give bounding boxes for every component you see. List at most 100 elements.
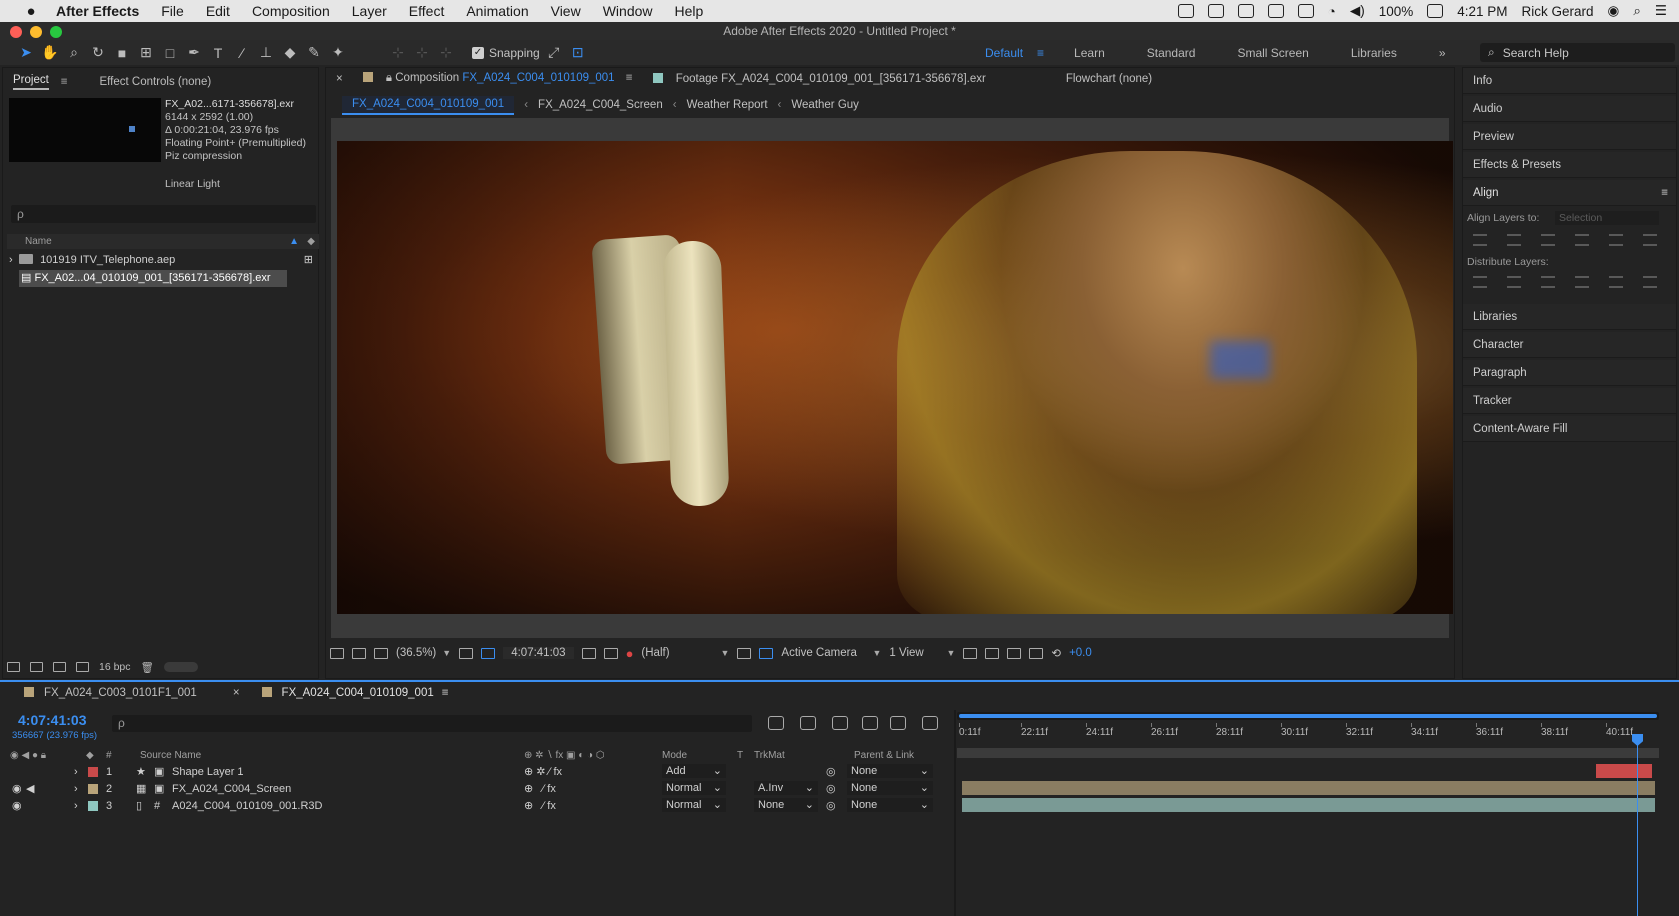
spotlight-search-icon[interactable]: ⌕ <box>1633 3 1641 19</box>
distribute-v-center-icon[interactable] <box>1507 276 1521 288</box>
pick-whip-icon[interactable]: ◎ <box>826 781 836 797</box>
view-layout-dropdown[interactable]: 1 View ▼ <box>889 647 955 659</box>
layer-row[interactable]: ◉ ◀ › 2 ▦ ▣ FX_A024_C004_Screen ⊕ ∕ fx N… <box>4 781 954 797</box>
menu-effect[interactable]: Effect <box>398 3 456 19</box>
eraser-tool-icon[interactable]: ◆ <box>280 43 300 63</box>
screen-icon[interactable] <box>1237 4 1254 18</box>
rotate-tool-icon[interactable]: ↻ <box>88 43 108 63</box>
workspace-learn[interactable]: Learn <box>1074 46 1105 60</box>
zoom-window-button[interactable] <box>50 26 62 38</box>
flowchart-icon[interactable] <box>1029 647 1044 659</box>
transparency-grid-icon[interactable] <box>759 647 774 659</box>
blend-mode-dropdown[interactable]: Normal ⌄ <box>662 781 726 795</box>
close-tab-icon[interactable]: × <box>233 687 240 699</box>
selection-tool-icon[interactable]: ➤ <box>16 43 36 63</box>
layer-name[interactable]: FX_A024_C004_Screen <box>172 781 291 797</box>
more-workspaces-icon[interactable]: » <box>1439 46 1446 60</box>
panel-content-aware-fill[interactable]: Content-Aware Fill <box>1463 416 1676 442</box>
panel-preview[interactable]: Preview <box>1463 124 1676 150</box>
creative-cloud-icon[interactable] <box>1177 4 1194 18</box>
show-snapshot-icon[interactable] <box>603 647 618 659</box>
align-right-icon[interactable] <box>1541 234 1555 246</box>
align-h-center-icon[interactable] <box>1507 234 1521 246</box>
layer-row[interactable]: › 1 ★ ▣ Shape Layer 1 ⊕ ✲ ∕ fx Add ⌄ ◎ No… <box>4 764 954 780</box>
adjust-project-settings-icon[interactable] <box>76 662 89 672</box>
lock-icon[interactable]: 🔒︎ <box>386 72 392 84</box>
hand-tool-icon[interactable]: ✋ <box>40 43 60 63</box>
distribute-h-center-icon[interactable] <box>1609 276 1623 288</box>
graph-editor-icon[interactable] <box>922 716 938 730</box>
snap-edge-icon[interactable]: ⤢ <box>544 43 564 63</box>
panel-menu-icon[interactable]: ≡ <box>1661 180 1668 206</box>
align-left-icon[interactable] <box>1473 234 1487 246</box>
parent-dropdown[interactable]: None ⌄ <box>847 764 933 778</box>
volume-icon[interactable]: ◀) <box>1350 3 1365 19</box>
breadcrumb-item-weather-guy[interactable]: Weather Guy <box>791 99 859 111</box>
work-area-bar[interactable] <box>957 748 1659 758</box>
type-tool-icon[interactable]: T <box>208 43 228 63</box>
menu-animation[interactable]: Animation <box>455 3 539 19</box>
monitor-icon[interactable] <box>352 647 366 659</box>
expand-chevron-icon[interactable]: › <box>9 252 13 269</box>
timeline-icon[interactable] <box>985 647 1000 659</box>
project-item-folder[interactable]: › 101919 ITV_Telephone.aep ⊞ <box>7 252 319 269</box>
battery-icon[interactable] <box>1427 4 1444 18</box>
panel-align[interactable]: Align ≡ <box>1463 180 1676 206</box>
distribute-right-icon[interactable] <box>1643 276 1657 288</box>
shy-layers-icon[interactable] <box>832 716 848 730</box>
region-of-interest-icon[interactable] <box>481 647 496 659</box>
fast-previews-icon[interactable] <box>737 647 752 659</box>
panel-libraries[interactable]: Libraries <box>1463 304 1676 330</box>
zoom-tool-icon[interactable]: ⌕ <box>64 43 84 63</box>
timeline-divider[interactable] <box>954 710 956 916</box>
thumbnail-size-slider[interactable] <box>163 662 198 672</box>
pick-whip-icon[interactable]: ◎ <box>826 798 836 814</box>
world-axis-icon[interactable]: ⊹ <box>412 43 432 63</box>
panel-menu-icon[interactable]: ≡ <box>442 687 449 699</box>
sort-ascending-icon[interactable]: ▲ <box>289 234 299 249</box>
viewer-menu-icon[interactable]: ≡ <box>626 72 633 84</box>
align-top-icon[interactable] <box>1575 234 1589 246</box>
camera-dropdown[interactable]: Active Camera ▼ <box>781 647 881 659</box>
menu-window[interactable]: Window <box>592 3 664 19</box>
airplay-icon[interactable] <box>1297 4 1314 18</box>
align-target-dropdown[interactable]: Selection <box>1555 211 1659 225</box>
align-bottom-icon[interactable] <box>1643 234 1657 246</box>
workspace-default[interactable]: Default <box>985 46 1023 60</box>
magnification-dropdown[interactable]: (36.5%) ▼ <box>396 647 451 659</box>
menu-composition[interactable]: Composition <box>241 3 341 19</box>
timeline-tab-c004[interactable]: FX_A024_C004_010109_001 ≡ <box>261 687 449 699</box>
timeline-tab-c003[interactable]: FX_A024_C003_0101F1_001 <box>24 687 197 699</box>
align-v-center-icon[interactable] <box>1609 234 1623 246</box>
breadcrumb-item-screen[interactable]: FX_A024_C004_Screen <box>538 99 663 111</box>
panel-tracker[interactable]: Tracker <box>1463 388 1676 414</box>
panel-character[interactable]: Character <box>1463 332 1676 358</box>
snapping-checkbox[interactable]: ✓ <box>472 46 484 59</box>
app-menu[interactable]: After Effects <box>42 3 150 19</box>
parent-dropdown[interactable]: None ⌄ <box>847 781 933 795</box>
layer-bar-r3d[interactable] <box>962 798 1655 812</box>
layer-label-color[interactable] <box>88 767 98 777</box>
current-time-indicator[interactable] <box>1637 744 1638 916</box>
workspace-menu-icon[interactable]: ≡ <box>1037 46 1044 60</box>
clone-stamp-tool-icon[interactable]: ⊥ <box>256 43 276 63</box>
exposure-value[interactable]: +0.0 <box>1069 647 1092 659</box>
expand-chevron-icon[interactable]: › <box>74 781 78 797</box>
layer-name[interactable]: Shape Layer 1 <box>172 764 244 780</box>
audio-icon[interactable]: ◀ <box>26 781 34 797</box>
layer-label-color[interactable] <box>88 784 98 794</box>
track-matte-dropdown[interactable]: None ⌄ <box>754 798 818 812</box>
mask-visibility-icon[interactable] <box>374 647 388 659</box>
layer-bar-shape-layer[interactable] <box>1596 764 1652 778</box>
tab-composition[interactable]: 🔒︎ Composition FX_A024_C004_010109_001 ≡ <box>362 72 633 85</box>
label-tag-icon[interactable]: ◆ <box>307 234 315 249</box>
layer-switches[interactable]: ⊕ ✲ ∕ fx <box>524 764 562 780</box>
close-window-button[interactable] <box>10 26 22 38</box>
comp-flowchart-icon[interactable] <box>1007 647 1022 659</box>
workspace-small-screen[interactable]: Small Screen <box>1237 46 1308 60</box>
bit-depth-button[interactable]: 16 bpc <box>99 661 131 673</box>
time-navigator[interactable] <box>957 712 1659 720</box>
interpret-footage-icon[interactable] <box>7 662 20 672</box>
time-ruler[interactable]: 0:11f 22:11f 24:11f 26:11f 28:11f 30:11f… <box>957 712 1659 758</box>
column-source-name[interactable]: Source Name <box>140 748 201 763</box>
